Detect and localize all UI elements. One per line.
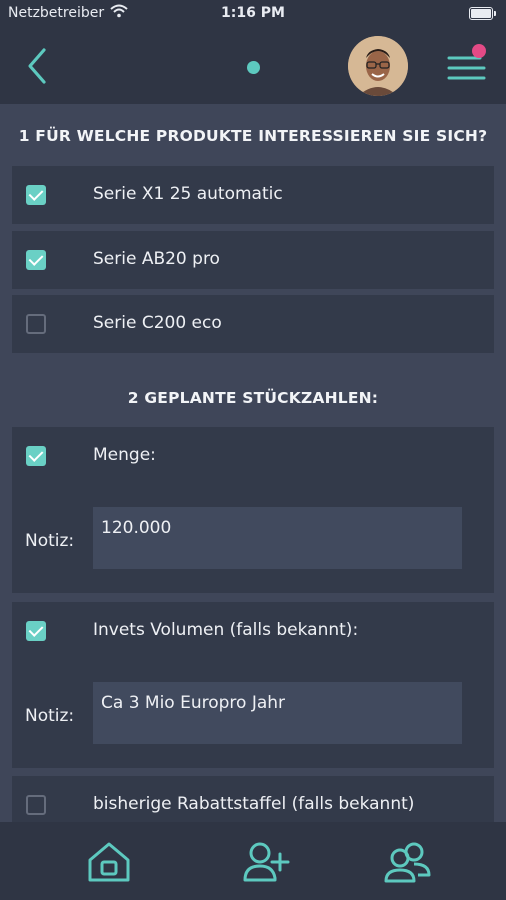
add-user-icon[interactable] — [243, 840, 291, 884]
quantity-card: Menge: Notiz: 120.000 — [12, 427, 494, 593]
status-time: 1:16 PM — [221, 5, 285, 21]
menu-button[interactable] — [446, 42, 488, 86]
notiz-label: Notiz: — [25, 531, 75, 551]
notiz-label: Notiz: — [25, 706, 75, 726]
quantity-label: Menge: — [93, 445, 156, 465]
avatar[interactable] — [348, 36, 408, 96]
battery-icon — [469, 7, 496, 20]
section-title-quantities: 2 GEPLANTE STÜCKZAHLEN: — [127, 389, 379, 407]
product-option-row[interactable]: Serie AB20 pro — [12, 231, 494, 289]
checkbox[interactable] — [26, 621, 46, 641]
product-option-row[interactable]: Serie X1 25 automatic — [12, 166, 494, 224]
checkbox[interactable] — [26, 185, 46, 205]
notiz-field[interactable]: 120.000 — [93, 507, 462, 569]
chevron-left-icon[interactable] — [22, 46, 52, 86]
checkbox[interactable] — [26, 446, 46, 466]
quantity-label: bisherige Rabattstaffel (falls bekannt) — [93, 794, 415, 814]
app-header — [0, 28, 506, 104]
notification-badge — [472, 44, 486, 58]
section-title-products: 1 FÜR WELCHE PRODUKTE INTERESSIEREN SIE … — [18, 127, 488, 145]
tab-bar — [0, 822, 506, 900]
quantity-label: Invets Volumen (falls bekannt): — [93, 620, 359, 640]
status-bar: Netzbetreiber 1:16 PM — [0, 0, 506, 28]
notiz-field[interactable]: Ca 3 Mio Europro Jahr — [93, 682, 462, 744]
quantity-card: Invets Volumen (falls bekannt): Notiz: C… — [12, 602, 494, 768]
users-group-icon[interactable] — [384, 840, 432, 884]
option-label: Serie X1 25 automatic — [93, 184, 283, 204]
option-label: Serie C200 eco — [93, 313, 222, 333]
checkbox[interactable] — [26, 314, 46, 334]
option-label: Serie AB20 pro — [93, 249, 220, 269]
home-icon[interactable] — [85, 840, 133, 884]
page-indicator-dot — [247, 61, 260, 74]
product-option-row[interactable]: Serie C200 eco — [12, 295, 494, 353]
checkbox[interactable] — [26, 250, 46, 270]
checkbox[interactable] — [26, 795, 46, 815]
